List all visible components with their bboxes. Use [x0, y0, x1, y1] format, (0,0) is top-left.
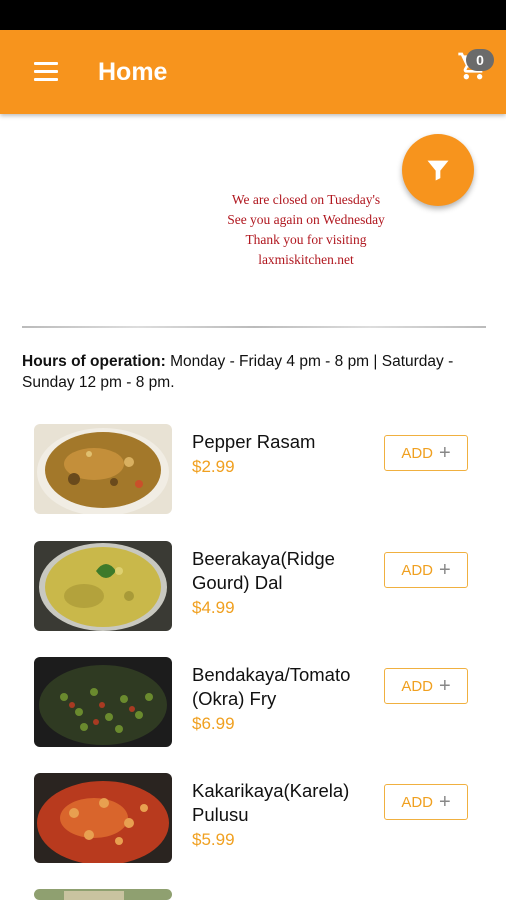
add-label: ADD	[401, 677, 433, 695]
filter-funnel-icon	[427, 160, 449, 181]
menu-item[interactable]: Pepper Rasam $2.99 ADD +	[34, 424, 474, 516]
food-price: $6.99	[192, 714, 235, 733]
hamburger-menu-icon[interactable]	[34, 62, 60, 82]
add-button[interactable]: ADD +	[384, 552, 468, 588]
add-button[interactable]: ADD +	[384, 668, 468, 704]
add-label: ADD	[401, 793, 433, 811]
food-price: $2.99	[192, 457, 235, 476]
menu-item[interactable]: Bendakaya/Tomato (Okra) Fry $6.99 ADD +	[34, 657, 474, 749]
notice-line: See you again on Wednesday	[227, 212, 385, 227]
food-price: $4.99	[192, 598, 235, 617]
food-image	[34, 889, 172, 900]
cart-count-badge: 0	[466, 49, 494, 71]
add-label: ADD	[401, 561, 433, 579]
food-image	[34, 424, 172, 514]
menu-item[interactable]: Beerakaya(Ridge Gourd) Dal $4.99 ADD +	[34, 541, 474, 633]
add-label: ADD	[401, 444, 433, 462]
add-button[interactable]: ADD +	[384, 435, 468, 471]
food-image	[34, 773, 172, 863]
food-name: Pepper Rasam	[192, 431, 316, 452]
plus-icon: +	[438, 675, 451, 697]
closure-notice: We are closed on Tuesday's See you again…	[196, 190, 416, 270]
food-name: Kakarikaya(Karela) Pulusu	[192, 780, 350, 825]
food-image	[34, 657, 172, 747]
add-button[interactable]: ADD +	[384, 784, 468, 820]
notice-line: Thank you for visiting	[245, 232, 367, 247]
plus-icon: +	[438, 791, 451, 813]
divider	[22, 326, 486, 328]
status-bar	[0, 0, 506, 30]
plus-icon: +	[438, 559, 451, 581]
app-bar: Home	[0, 30, 506, 114]
notice-line: We are closed on Tuesday's	[231, 192, 381, 207]
hours-label: Hours of operation:	[22, 353, 166, 370]
food-name: Beerakaya(Ridge Gourd) Dal	[192, 548, 335, 593]
menu-item[interactable]: Kakarikaya(Karela) Pulusu $5.99 ADD +	[34, 773, 474, 865]
food-price: $5.99	[192, 830, 235, 849]
page-title: Home	[98, 58, 168, 86]
plus-icon: +	[438, 442, 451, 464]
food-image	[34, 541, 172, 631]
notice-line: laxmiskitchen.net	[258, 252, 354, 267]
menu-item[interactable]	[34, 889, 474, 900]
hours-of-operation: Hours of operation: Monday - Friday 4 pm…	[22, 351, 492, 393]
food-name: Bendakaya/Tomato (Okra) Fry	[192, 664, 351, 709]
